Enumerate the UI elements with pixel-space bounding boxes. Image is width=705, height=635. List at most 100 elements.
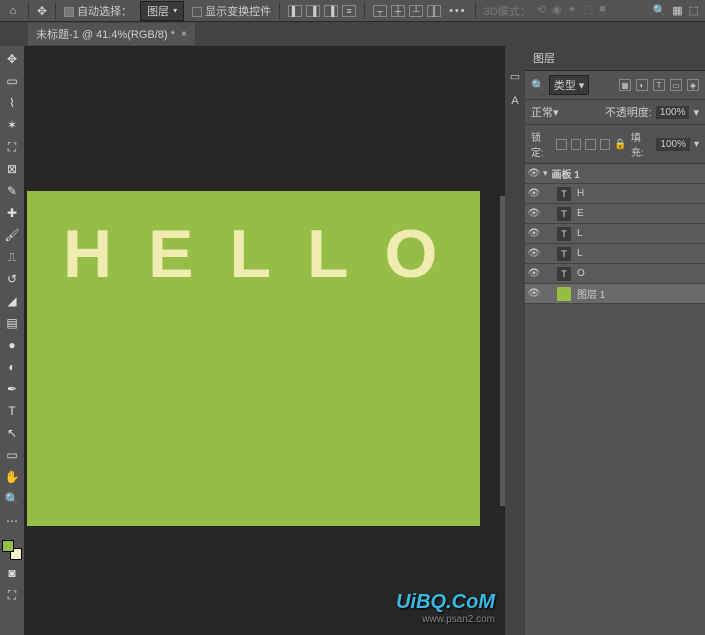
filter-adjust-icon[interactable]: ◐ xyxy=(636,79,648,91)
eyedropper-tool[interactable]: ✎ xyxy=(2,182,22,200)
panel-icon-1[interactable]: ▭ xyxy=(510,70,520,83)
auto-select-checkbox[interactable]: 自动选择： xyxy=(64,3,132,19)
show-transform-checkbox[interactable]: 显示变换控件 xyxy=(192,3,271,19)
gradient-tool[interactable]: ▤ xyxy=(2,314,22,332)
options-bar: ⌂ ✥ 自动选择： 图层▾ 显示变换控件 ▌ ▐ ▐ ≡ ┬ ┼ ┴ ║ •••… xyxy=(0,0,705,22)
layer-name: 图层 1 xyxy=(577,286,605,301)
canvas-area[interactable]: HELLO UiBQ.CoM www.psan2.com xyxy=(24,46,505,635)
align-right-icon: ▐ xyxy=(324,5,338,17)
visibility-toggle[interactable]: 👁 xyxy=(525,228,543,239)
type-tool[interactable]: T xyxy=(2,402,22,420)
text-layer[interactable]: 👁 T L xyxy=(525,224,705,244)
brush-tool[interactable]: 🖌 xyxy=(2,226,22,244)
panel-icon-2[interactable]: A xyxy=(511,95,518,107)
visibility-toggle[interactable]: 👁 xyxy=(525,248,543,259)
collapsed-panels-strip[interactable]: ▭ A xyxy=(505,46,525,635)
dodge-tool[interactable]: ◐ xyxy=(2,358,22,376)
blend-mode-dropdown[interactable]: 正常▾ xyxy=(531,104,601,120)
artboard-layer[interactable]: 👁 ▾ 画板 1 xyxy=(525,164,705,184)
layer-name: L xyxy=(577,228,583,239)
workspace-icons[interactable]: 🔍▦⬚ xyxy=(652,4,699,17)
quickmask-tool[interactable]: ◙ xyxy=(2,564,22,582)
align-horizontal-group[interactable]: ▌ ▐ ▐ ≡ xyxy=(288,5,356,17)
pen-tool[interactable]: ✒ xyxy=(2,380,22,398)
blur-tool[interactable]: ● xyxy=(2,336,22,354)
text-layer[interactable]: 👁 T E xyxy=(525,204,705,224)
opacity-label: 不透明度: xyxy=(605,104,652,120)
type-layer-icon: T xyxy=(557,187,571,201)
align-middle-icon: ┼ xyxy=(391,5,405,17)
hand-tool[interactable]: ✋ xyxy=(2,468,22,486)
frame-tool[interactable]: ⊠ xyxy=(2,160,22,178)
visibility-toggle[interactable]: 👁 xyxy=(525,288,543,299)
path-tool[interactable]: ↖ xyxy=(2,424,22,442)
layer-name: E xyxy=(577,208,584,219)
filter-pixel-icon[interactable]: ▦ xyxy=(619,79,631,91)
shape-tool[interactable]: ▭ xyxy=(2,446,22,464)
home-icon[interactable]: ⌂ xyxy=(6,5,20,17)
lock-artboard-icon[interactable] xyxy=(585,139,595,150)
lock-icon[interactable]: 🔒 xyxy=(614,139,626,150)
zoom-tool[interactable]: 🔍 xyxy=(2,490,22,508)
document-tab[interactable]: 未标题-1 @ 41.4%(RGB/8) *× xyxy=(28,23,195,45)
layer-list: 👁 ▾ 画板 1 👁 T H 👁 T E 👁 T L 👁 T xyxy=(525,164,705,635)
lock-label: 锁定: xyxy=(531,129,552,159)
screenmode-tool[interactable]: ⛶ xyxy=(2,586,22,604)
fill-label: 填充: xyxy=(631,129,652,159)
share-icon: ⬚ xyxy=(689,4,699,17)
color-swatches[interactable] xyxy=(2,540,22,560)
search-icon: 🔍 xyxy=(652,4,666,17)
auto-select-dropdown[interactable]: 图层▾ xyxy=(140,1,184,21)
eraser-tool[interactable]: ◢ xyxy=(2,292,22,310)
layer-name: O xyxy=(577,268,585,279)
expand-icon[interactable]: ▾ xyxy=(543,168,548,179)
visibility-toggle[interactable]: 👁 xyxy=(525,208,543,219)
text-layer[interactable]: 👁 T L xyxy=(525,244,705,264)
crop-tool[interactable]: ⛶ xyxy=(2,138,22,156)
lock-pixels-icon[interactable] xyxy=(556,139,566,150)
type-layer-icon: T xyxy=(557,207,571,221)
tool-palette: ✥ ▭ ⌇ ✶ ⛶ ⊠ ✎ ✚ 🖌 ⎍ ↺ ◢ ▤ ● ◐ ✒ T ↖ ▭ ✋ … xyxy=(0,46,24,635)
vertical-scrollbar[interactable] xyxy=(500,196,505,506)
layer-filter-row: 🔍 类型▾ ▦ ◐ T ▭ ◈ xyxy=(525,71,705,100)
artboard-canvas[interactable]: HELLO xyxy=(27,191,480,526)
align-stretch-icon: ≡ xyxy=(342,5,356,17)
foreground-color-swatch xyxy=(2,540,14,552)
filter-type-dropdown[interactable]: 类型▾ xyxy=(549,75,590,95)
visibility-toggle[interactable]: 👁 xyxy=(525,188,543,199)
filter-type-icon[interactable]: T xyxy=(653,79,665,91)
filter-shape-icon[interactable]: ▭ xyxy=(670,79,682,91)
filter-smart-icon[interactable]: ◈ xyxy=(687,79,699,91)
visibility-toggle[interactable]: 👁 xyxy=(525,168,543,179)
heal-tool[interactable]: ✚ xyxy=(2,204,22,222)
lock-position-icon[interactable] xyxy=(571,139,581,150)
type-layer-icon: T xyxy=(557,247,571,261)
lock-all-icon[interactable] xyxy=(600,139,610,150)
align-left-icon: ▌ xyxy=(288,5,302,17)
text-layer[interactable]: 👁 T O xyxy=(525,264,705,284)
visibility-toggle[interactable]: 👁 xyxy=(525,268,543,279)
stamp-tool[interactable]: ⎍ xyxy=(2,248,22,266)
panel-title[interactable]: 图层 xyxy=(525,46,705,71)
edit-toolbar[interactable]: ⋯ xyxy=(2,512,22,530)
opacity-value[interactable]: 100% xyxy=(656,106,690,119)
close-tab-icon[interactable]: × xyxy=(181,29,187,40)
fill-value[interactable]: 100% xyxy=(656,138,690,151)
background-layer[interactable]: 👁 图层 1 xyxy=(525,284,705,304)
history-brush-tool[interactable]: ↺ xyxy=(2,270,22,288)
mode-3d-group: 3D模式：⟲◉✦⬚■ xyxy=(484,3,606,19)
lasso-tool[interactable]: ⌇ xyxy=(2,94,22,112)
search-icon[interactable]: 🔍 xyxy=(531,79,545,92)
align-center-h-icon: ▐ xyxy=(306,5,320,17)
move-tool-icon: ✥ xyxy=(37,4,47,18)
more-options-icon[interactable]: ••• xyxy=(449,5,467,17)
layer-thumbnail xyxy=(557,287,571,301)
move-tool[interactable]: ✥ xyxy=(2,50,22,68)
text-layer[interactable]: 👁 T H xyxy=(525,184,705,204)
align-top-icon: ┬ xyxy=(373,5,387,17)
wand-tool[interactable]: ✶ xyxy=(2,116,22,134)
align-vertical-group[interactable]: ┬ ┼ ┴ ║ xyxy=(373,5,441,17)
layer-name: H xyxy=(577,188,584,199)
marquee-tool[interactable]: ▭ xyxy=(2,72,22,90)
layers-panel: 图层 🔍 类型▾ ▦ ◐ T ▭ ◈ 正常▾ 不透明度: 100% ▾ 锁定: 🔒… xyxy=(525,46,705,635)
